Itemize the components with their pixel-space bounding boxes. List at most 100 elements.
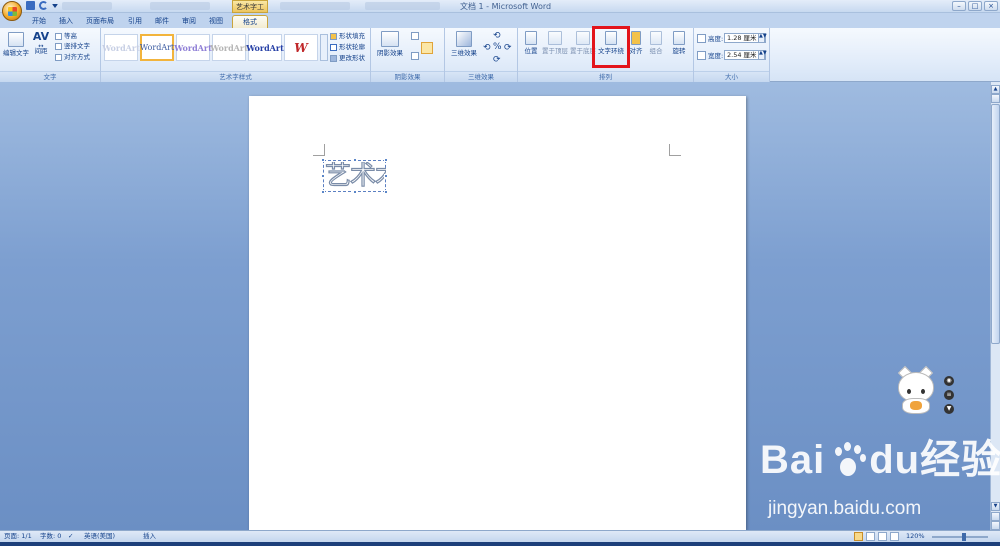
group-text: 编辑文字 AV ↔ 间距 等高 竖排文字 对齐方式 文字	[0, 28, 101, 82]
tilt-left-icon[interactable]: ⟲	[483, 43, 491, 53]
snack-icon	[910, 401, 922, 410]
threed-effect-button[interactable]: 三维效果	[449, 31, 479, 57]
insert-mode[interactable]: 插入	[143, 531, 156, 542]
group-label-text: 文字	[0, 71, 100, 82]
resize-handle[interactable]	[321, 190, 325, 194]
tilt-down-icon[interactable]: ⟳	[493, 55, 501, 65]
tab-home[interactable]: 开始	[28, 15, 50, 28]
word-count[interactable]: 字数: 0	[40, 531, 61, 542]
outline-view-icon[interactable]	[890, 532, 899, 541]
wordart-style-4[interactable]: WordArt	[210, 34, 248, 61]
share-icon[interactable]: ◉	[944, 376, 954, 386]
tab-page-layout[interactable]: 页面布局	[83, 15, 117, 28]
resize-handle[interactable]	[321, 174, 325, 178]
nudge-down-icon[interactable]	[411, 52, 419, 60]
scroll-thumb[interactable]	[991, 104, 1000, 344]
wordart-style-label: WordArt	[102, 42, 140, 53]
align-text-button[interactable]: 对齐方式	[55, 53, 90, 61]
tilt-right-icon[interactable]: ⟳	[504, 43, 512, 53]
nudge-up-icon[interactable]	[411, 32, 419, 40]
zoom-slider[interactable]	[932, 536, 988, 538]
wordart-style-3[interactable]: WordArt	[174, 34, 212, 61]
tab-insert[interactable]: 插入	[55, 15, 77, 28]
tab-review[interactable]: 审阅	[178, 15, 200, 28]
blurred-taskbar-item	[150, 2, 210, 10]
zoom-slider-knob[interactable]	[962, 533, 966, 541]
undo-icon[interactable]	[39, 1, 48, 10]
ruler-toggle-icon[interactable]	[991, 94, 1000, 103]
full-screen-icon[interactable]	[866, 532, 875, 541]
save-icon[interactable]	[26, 1, 35, 10]
page-count[interactable]: 页面: 1/1	[4, 531, 32, 542]
change-shape-icon	[330, 54, 337, 62]
quick-access-toolbar	[26, 1, 58, 10]
cube-icon	[456, 31, 472, 47]
status-bar: 页面: 1/1 字数: 0 ✓ 英语(美国) 插入 120%	[0, 530, 1000, 542]
proofing-icon[interactable]: ✓	[68, 531, 73, 542]
minimize-button[interactable]: –	[952, 1, 966, 11]
edit-text-button[interactable]: 编辑文字	[3, 32, 29, 57]
position-button[interactable]: 位置	[520, 31, 542, 55]
resize-handle[interactable]	[321, 158, 325, 162]
equal-height-button[interactable]: 等高	[55, 32, 77, 40]
height-label: 高度:	[708, 35, 724, 43]
tab-references[interactable]: 引用	[124, 15, 146, 28]
scroll-down-icon[interactable]: ▼	[991, 502, 1000, 511]
prev-page-icon[interactable]	[991, 512, 1000, 521]
tab-format[interactable]: 格式	[232, 15, 268, 28]
position-icon	[525, 31, 537, 45]
align-button[interactable]: 对齐	[628, 31, 644, 55]
wordart-style-label: WordArt	[139, 43, 175, 52]
print-layout-icon[interactable]	[854, 532, 863, 541]
wordart-style-2[interactable]: WordArt	[140, 34, 174, 61]
wordart-style-gallery: WordArt WordArt WordArt WordArt WordArt …	[102, 34, 320, 61]
tab-mailings[interactable]: 邮件	[151, 15, 173, 28]
height-icon	[697, 34, 706, 43]
shape-fill-button[interactable]: 形状填充	[330, 32, 365, 40]
window-controls: – □ ×	[952, 1, 998, 11]
width-label: 宽度:	[708, 52, 724, 60]
shadow-toggle-icon[interactable]	[421, 42, 433, 54]
highlight-box	[592, 26, 630, 68]
scroll-up-icon[interactable]: ▲	[991, 85, 1000, 94]
wordart-style-5[interactable]: WordArt	[246, 34, 284, 61]
wordart-object[interactable]: 艺术术	[321, 158, 388, 194]
resize-handle[interactable]	[353, 158, 357, 162]
wordart-style-6[interactable]: W	[284, 34, 318, 61]
language-indicator[interactable]: 英语(美国)	[84, 531, 115, 542]
vertical-text-button[interactable]: 竖排文字	[55, 42, 90, 50]
menu-icon[interactable]: ≡	[944, 390, 954, 400]
resize-handle[interactable]	[353, 190, 357, 194]
blurred-taskbar-item	[365, 2, 440, 10]
group-objects-button[interactable]: 组合	[648, 31, 664, 55]
web-layout-icon[interactable]	[878, 532, 887, 541]
shape-outline-button[interactable]: 形状轮廓	[330, 43, 365, 51]
spacing-button[interactable]: AV ↔ 间距	[31, 31, 51, 55]
shadow-effect-button[interactable]: 阴影效果	[375, 31, 405, 57]
maximize-button[interactable]: □	[968, 1, 982, 11]
windows-taskbar	[0, 542, 1000, 546]
office-button[interactable]	[2, 1, 22, 21]
tab-view[interactable]: 视图	[205, 15, 227, 28]
tilt-up-icon[interactable]: ⟲	[493, 31, 501, 41]
rotate-button[interactable]: 旋转	[670, 31, 688, 55]
gallery-scroll-button[interactable]	[320, 34, 328, 61]
chevron-down-icon[interactable]: ▼	[944, 404, 954, 414]
width-spinner[interactable]: ▲▼	[758, 50, 767, 60]
close-button[interactable]: ×	[984, 1, 998, 11]
group-shadow: 阴影效果 阴影效果	[371, 28, 445, 82]
wordart-style-label: WordArt	[174, 42, 212, 53]
vertical-text-icon	[55, 42, 62, 50]
wordart-style-1[interactable]: WordArt	[102, 34, 140, 61]
resize-handle[interactable]	[384, 158, 388, 162]
height-spinner[interactable]: ▲▼	[758, 33, 767, 43]
next-page-icon[interactable]	[991, 521, 1000, 530]
change-shape-button[interactable]: 更改形状	[330, 54, 365, 62]
resize-handle[interactable]	[384, 190, 388, 194]
percent-icon[interactable]: %	[493, 42, 502, 52]
chevron-down-icon[interactable]	[52, 4, 58, 8]
zoom-level[interactable]: 120%	[906, 531, 925, 542]
resize-handle[interactable]	[384, 174, 388, 178]
blurred-taskbar-item	[62, 2, 112, 10]
bring-to-front-button[interactable]: 置于顶层	[542, 31, 568, 55]
